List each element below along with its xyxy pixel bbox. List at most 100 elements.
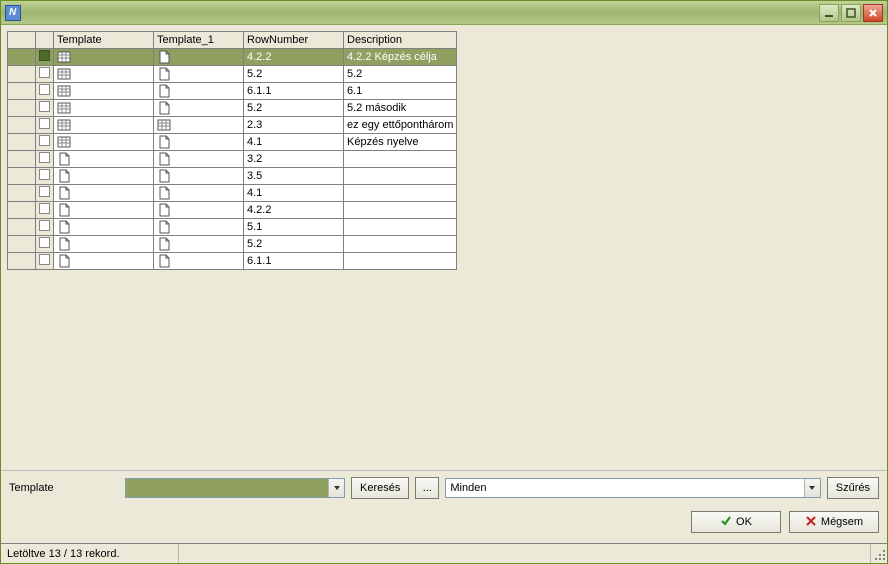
close-button[interactable]	[863, 4, 883, 22]
description-cell[interactable]: 6.1	[344, 83, 457, 100]
rownumber-cell[interactable]: 4.1	[244, 185, 344, 202]
template-filter-combo[interactable]	[125, 478, 345, 498]
row-checkbox-cell[interactable]	[36, 49, 54, 66]
template-cell[interactable]	[54, 185, 154, 202]
minimize-button[interactable]	[819, 4, 839, 22]
row-checkbox-cell[interactable]	[36, 185, 54, 202]
rownumber-cell[interactable]: 5.2	[244, 66, 344, 83]
row-header[interactable]	[8, 168, 36, 185]
ok-button[interactable]: OK	[691, 511, 781, 533]
template-filter-input[interactable]	[126, 479, 328, 497]
rownumber-cell[interactable]: 3.5	[244, 168, 344, 185]
table-row[interactable]: 2.3ez egy ettőponthárom	[8, 117, 457, 134]
template1-cell[interactable]	[154, 185, 244, 202]
table-row[interactable]: 6.1.1	[8, 253, 457, 270]
rownumber-cell[interactable]: 6.1.1	[244, 253, 344, 270]
scope-dropdown[interactable]	[804, 479, 820, 497]
template1-cell[interactable]	[154, 117, 244, 134]
template1-cell[interactable]	[154, 236, 244, 253]
row-checkbox-cell[interactable]	[36, 168, 54, 185]
table-row[interactable]: 5.1	[8, 219, 457, 236]
more-button[interactable]: ...	[415, 477, 439, 499]
description-cell[interactable]: 5.2 második	[344, 100, 457, 117]
row-checkbox-cell[interactable]	[36, 253, 54, 270]
rownumber-cell[interactable]: 5.2	[244, 236, 344, 253]
description-cell[interactable]	[344, 151, 457, 168]
table-row[interactable]: 4.1	[8, 185, 457, 202]
description-cell[interactable]: Képzés nyelve	[344, 134, 457, 151]
search-button[interactable]: Keresés	[351, 477, 409, 499]
row-header[interactable]	[8, 236, 36, 253]
row-checkbox[interactable]	[39, 237, 50, 248]
row-checkbox[interactable]	[39, 50, 50, 61]
rownumber-cell[interactable]: 3.2	[244, 151, 344, 168]
table-row[interactable]: 6.1.16.1	[8, 83, 457, 100]
table-row[interactable]: 5.25.2	[8, 66, 457, 83]
row-checkbox[interactable]	[39, 254, 50, 265]
row-checkbox[interactable]	[39, 67, 50, 78]
grid-header-rowhdr[interactable]	[8, 32, 36, 49]
rownumber-cell[interactable]: 6.1.1	[244, 83, 344, 100]
row-header[interactable]	[8, 49, 36, 66]
row-checkbox-cell[interactable]	[36, 236, 54, 253]
template1-cell[interactable]	[154, 100, 244, 117]
row-header[interactable]	[8, 66, 36, 83]
template-cell[interactable]	[54, 168, 154, 185]
row-checkbox-cell[interactable]	[36, 134, 54, 151]
rownumber-cell[interactable]: 2.3	[244, 117, 344, 134]
template-cell[interactable]	[54, 202, 154, 219]
resize-grip[interactable]	[871, 546, 887, 562]
template-cell[interactable]	[54, 151, 154, 168]
table-row[interactable]: 5.25.2 második	[8, 100, 457, 117]
template1-cell[interactable]	[154, 49, 244, 66]
description-cell[interactable]	[344, 185, 457, 202]
template1-cell[interactable]	[154, 83, 244, 100]
table-row[interactable]: 3.2	[8, 151, 457, 168]
rownumber-cell[interactable]: 5.2	[244, 100, 344, 117]
rownumber-cell[interactable]: 4.2.2	[244, 202, 344, 219]
grid-header-rownumber[interactable]: RowNumber	[244, 32, 344, 49]
description-cell[interactable]	[344, 202, 457, 219]
row-checkbox[interactable]	[39, 152, 50, 163]
row-checkbox-cell[interactable]	[36, 117, 54, 134]
template-cell[interactable]	[54, 134, 154, 151]
template1-cell[interactable]	[154, 253, 244, 270]
template1-cell[interactable]	[154, 66, 244, 83]
template-cell[interactable]	[54, 100, 154, 117]
template-cell[interactable]	[54, 83, 154, 100]
template-cell[interactable]	[54, 117, 154, 134]
row-header[interactable]	[8, 202, 36, 219]
row-header[interactable]	[8, 185, 36, 202]
row-checkbox-cell[interactable]	[36, 83, 54, 100]
row-checkbox[interactable]	[39, 135, 50, 146]
description-cell[interactable]: 5.2	[344, 66, 457, 83]
row-checkbox[interactable]	[39, 101, 50, 112]
row-header[interactable]	[8, 219, 36, 236]
description-cell[interactable]	[344, 219, 457, 236]
filter-button[interactable]: Szűrés	[827, 477, 879, 499]
template-cell[interactable]	[54, 49, 154, 66]
template-cell[interactable]	[54, 66, 154, 83]
row-header[interactable]	[8, 151, 36, 168]
row-checkbox[interactable]	[39, 203, 50, 214]
description-cell[interactable]	[344, 168, 457, 185]
row-header[interactable]	[8, 134, 36, 151]
template1-cell[interactable]	[154, 134, 244, 151]
row-checkbox[interactable]	[39, 169, 50, 180]
table-row[interactable]: 4.2.24.2.2 Képzés célja	[8, 49, 457, 66]
row-checkbox-cell[interactable]	[36, 219, 54, 236]
scope-input[interactable]	[446, 479, 803, 497]
grid-header-template[interactable]: Template	[54, 32, 154, 49]
template1-cell[interactable]	[154, 202, 244, 219]
rownumber-cell[interactable]: 4.2.2	[244, 49, 344, 66]
row-header[interactable]	[8, 83, 36, 100]
row-checkbox-cell[interactable]	[36, 202, 54, 219]
rownumber-cell[interactable]: 4.1	[244, 134, 344, 151]
description-cell[interactable]: 4.2.2 Képzés célja	[344, 49, 457, 66]
row-checkbox[interactable]	[39, 186, 50, 197]
table-row[interactable]: 3.5	[8, 168, 457, 185]
row-checkbox-cell[interactable]	[36, 151, 54, 168]
template-cell[interactable]	[54, 219, 154, 236]
grid-header-chk[interactable]	[36, 32, 54, 49]
row-checkbox-cell[interactable]	[36, 100, 54, 117]
